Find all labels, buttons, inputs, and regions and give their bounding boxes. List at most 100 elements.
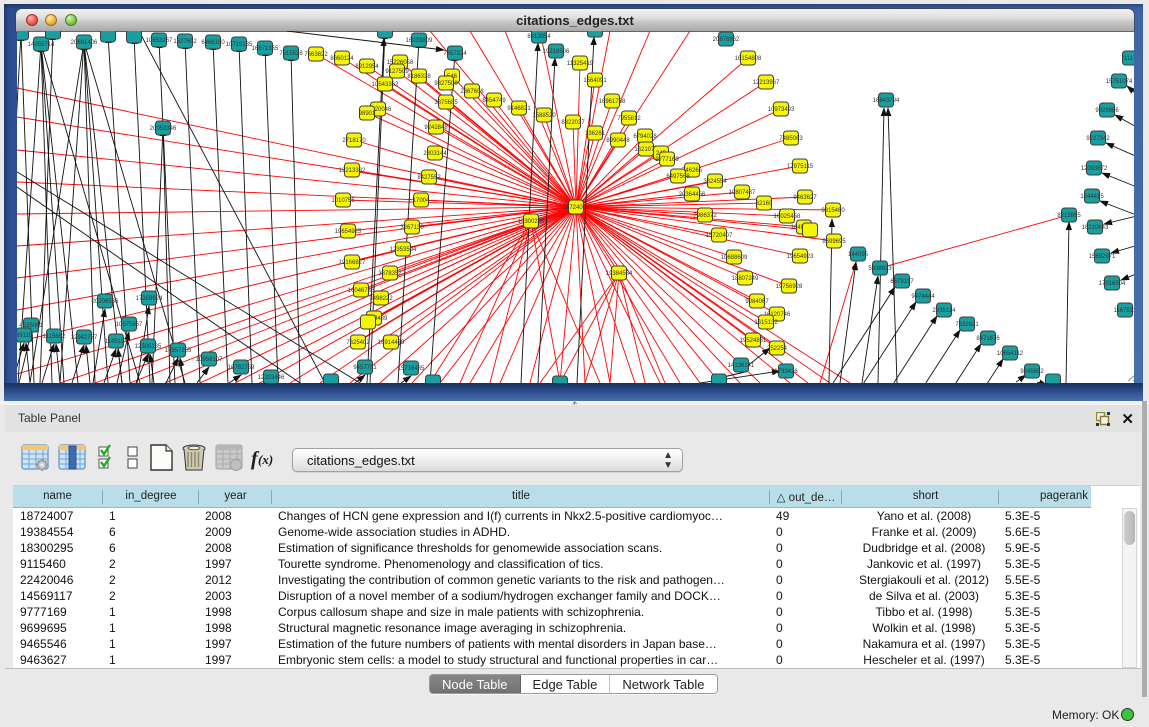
svg-text:1115682: 1115682 <box>43 334 66 340</box>
svg-text:136261: 136261 <box>585 131 606 137</box>
svg-text:16210643: 16210643 <box>1082 225 1109 231</box>
svg-text:19218506: 19218506 <box>543 49 570 55</box>
svg-text:8454749: 8454749 <box>482 98 506 104</box>
svg-text:16782759: 16782759 <box>228 365 255 371</box>
svg-text:7986372: 7986372 <box>693 213 717 219</box>
svg-text:7663822: 7663822 <box>304 52 328 58</box>
svg-text:16671355: 16671355 <box>252 46 279 52</box>
svg-text:10719135: 10719135 <box>226 42 253 48</box>
svg-text:9327508: 9327508 <box>434 81 458 87</box>
svg-text:7515526: 7515526 <box>279 51 303 57</box>
svg-text:6497568: 6497568 <box>666 174 690 180</box>
svg-text:12093872: 12093872 <box>1081 166 1108 172</box>
svg-text:1615132: 1615132 <box>754 320 778 326</box>
svg-text:6679197: 6679197 <box>890 279 914 285</box>
svg-text:9474444: 9474444 <box>911 294 935 300</box>
svg-text:7625402: 7625402 <box>346 340 370 346</box>
svg-text:98901: 98901 <box>359 111 376 117</box>
svg-text:10654112: 10654112 <box>997 351 1024 357</box>
svg-text:(x): (x) <box>258 452 273 467</box>
svg-text:16961758: 16961758 <box>599 99 626 105</box>
svg-text:10975867: 10975867 <box>116 322 143 328</box>
svg-text:18724007: 18724007 <box>563 205 590 211</box>
svg-text:16154808: 16154808 <box>735 56 762 62</box>
svg-text:10653267: 10653267 <box>146 38 173 44</box>
svg-text:17975115: 17975115 <box>787 164 814 170</box>
svg-text:8427552: 8427552 <box>417 175 441 181</box>
svg-text:10973493: 10973493 <box>768 107 795 113</box>
svg-text:1167533: 1167533 <box>1114 308 1134 314</box>
svg-text:17016504: 17016504 <box>1099 281 1126 287</box>
svg-text:12323446: 12323446 <box>258 375 285 381</box>
svg-text:8186328: 8186328 <box>407 74 431 80</box>
svg-text:15720407: 15720407 <box>706 233 733 239</box>
svg-text:62160: 62160 <box>756 201 773 207</box>
svg-text:3875685: 3875685 <box>434 100 458 106</box>
svg-text:15751074: 15751074 <box>1106 79 1133 85</box>
svg-text:9245652: 9245652 <box>1020 369 1044 375</box>
svg-text:20053346: 20053346 <box>150 126 177 132</box>
svg-text:12353594: 12353594 <box>390 247 417 253</box>
svg-text:6794028: 6794028 <box>633 134 657 140</box>
svg-text:20876862: 20876862 <box>713 37 740 43</box>
svg-text:6466160: 6466160 <box>201 40 225 46</box>
svg-text:9699695: 9699695 <box>822 239 846 245</box>
svg-text:3824554: 3824554 <box>703 179 727 185</box>
svg-text:10543362: 10543362 <box>372 82 399 88</box>
svg-text:9227342: 9227342 <box>1086 136 1110 142</box>
svg-text:10688609: 10688609 <box>721 255 748 261</box>
svg-text:17957255: 17957255 <box>165 348 192 354</box>
svg-text:3267130: 3267130 <box>400 225 424 231</box>
svg-text:9815460: 9815460 <box>821 208 845 214</box>
svg-text:7955812: 7955812 <box>617 116 641 122</box>
svg-text:20364456: 20364456 <box>679 192 706 198</box>
svg-text:1733426: 1733426 <box>774 369 798 375</box>
svg-text:2367608: 2367608 <box>460 89 484 95</box>
svg-text:15716485: 15716485 <box>398 366 425 372</box>
svg-text:10025458: 10025458 <box>774 214 801 220</box>
svg-text:12942737: 12942737 <box>71 335 98 341</box>
svg-text:39119: 39119 <box>17 333 33 339</box>
svg-text:7357224: 7357224 <box>443 51 467 57</box>
svg-text:19300295: 19300295 <box>518 219 545 225</box>
svg-text:16643794: 16643794 <box>873 98 900 104</box>
svg-text:2803144: 2803144 <box>423 151 447 157</box>
svg-text:252254: 252254 <box>767 346 788 352</box>
svg-text:19384554: 19384554 <box>606 271 633 277</box>
svg-text:19654925: 19654925 <box>335 229 362 235</box>
svg-text:9084067: 9084067 <box>745 299 769 305</box>
svg-text:8471676: 8471676 <box>976 336 1000 342</box>
svg-text:20206536: 20206536 <box>92 299 119 305</box>
svg-text:14136141: 14136141 <box>728 363 755 369</box>
svg-text:7632621: 7632621 <box>955 322 979 328</box>
svg-text:2935114: 2935114 <box>933 308 957 314</box>
svg-text:9242848: 9242848 <box>424 125 448 131</box>
svg-text:7485063: 7485063 <box>779 136 803 142</box>
svg-text:11325419: 11325419 <box>567 61 594 67</box>
svg-text:1010755: 1010755 <box>331 198 355 204</box>
svg-text:1527602: 1527602 <box>173 39 197 45</box>
svg-text:1588520: 1588520 <box>532 113 556 119</box>
svg-text:8660124: 8660124 <box>330 56 354 62</box>
svg-text:8813054: 8813054 <box>527 34 551 40</box>
svg-text:1145194: 1145194 <box>105 339 129 345</box>
svg-text:14055714: 14055714 <box>28 42 55 48</box>
svg-text:5938923: 5938923 <box>868 266 892 272</box>
svg-text:1117: 1117 <box>1124 56 1134 62</box>
svg-text:12213382: 12213382 <box>339 168 366 174</box>
svg-text:16033809: 16033809 <box>406 38 433 44</box>
svg-text:9457791: 9457791 <box>353 365 377 371</box>
svg-text:12213967: 12213967 <box>753 80 780 86</box>
svg-text:8215955: 8215955 <box>1057 213 1081 219</box>
svg-text:20691406: 20691406 <box>71 40 98 46</box>
svg-text:9127509: 9127509 <box>385 69 409 75</box>
svg-text:19654923: 19654923 <box>787 254 814 260</box>
svg-text:19756928: 19756928 <box>776 284 803 290</box>
svg-text:2718170: 2718170 <box>342 138 366 144</box>
svg-text:9929966: 9929966 <box>1095 108 1119 114</box>
svg-text:9463627: 9463627 <box>793 195 817 201</box>
svg-text:18807249: 18807249 <box>732 276 759 282</box>
svg-text:1244415: 1244415 <box>1080 194 1104 200</box>
svg-text:8912954: 8912954 <box>355 64 379 70</box>
svg-text:10807487: 10807487 <box>729 190 756 196</box>
